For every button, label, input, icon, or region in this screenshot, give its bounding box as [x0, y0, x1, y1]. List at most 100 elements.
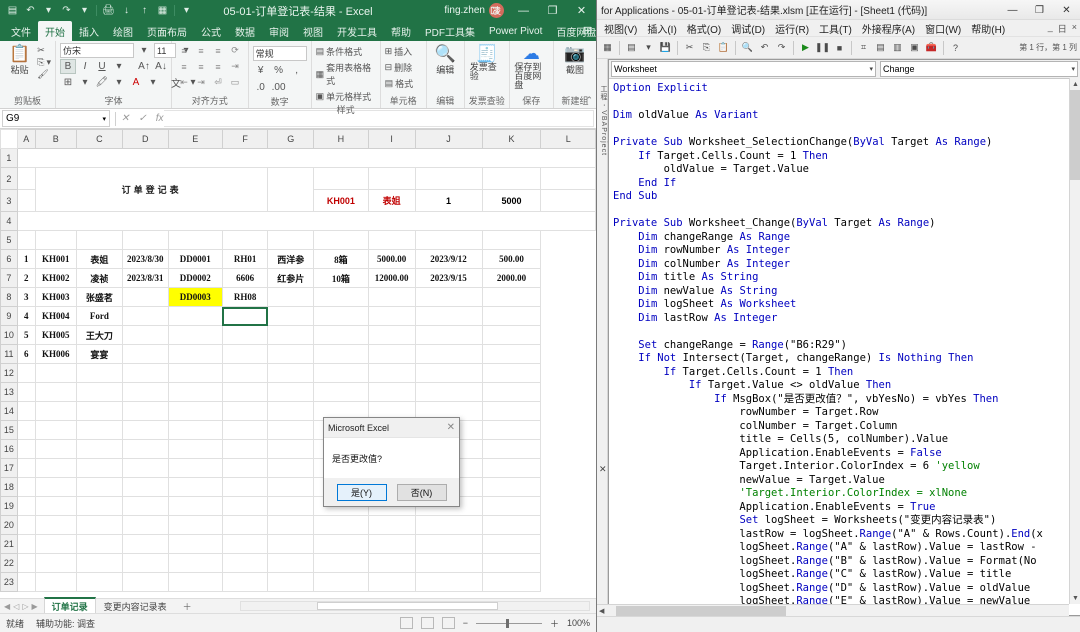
currency-icon[interactable]: ¥ [253, 63, 269, 78]
scroll-up-icon[interactable]: ▲ [1070, 78, 1080, 90]
empty-cell[interactable] [122, 477, 169, 497]
vertical-scroll-thumb[interactable] [1070, 90, 1080, 180]
empty-cell[interactable] [267, 420, 315, 440]
view-excel-icon[interactable]: ▦ [600, 40, 615, 55]
empty-cell[interactable] [16, 553, 36, 573]
cell-product-1[interactable]: 西洋参 [267, 249, 315, 269]
col-header-G[interactable]: G [267, 129, 315, 149]
empty-cell[interactable] [367, 534, 416, 554]
format-painter-button[interactable]: 🖌 [37, 69, 51, 80]
ribbon-tab-review[interactable]: 审阅 [262, 21, 296, 41]
row-header-23[interactable]: 23 [0, 572, 18, 592]
grow-font-icon[interactable]: A↑ [136, 59, 152, 74]
col-header-B[interactable]: B [34, 129, 77, 149]
empty-cell[interactable] [221, 553, 269, 573]
vba-menu-addins[interactable]: 外接程序(A) [857, 21, 920, 36]
vba-window-buttons[interactable]: — ❐ ✕ [999, 0, 1080, 20]
alignment-controls[interactable]: ≡ ≡ ≡ ⟳ ≡ ≡ ≡ ⇥ ⇤ ⇥ ⏎ ▭ [176, 43, 243, 90]
copy-dropdown-icon[interactable]: ▾ [46, 57, 51, 68]
cell-row4[interactable] [16, 211, 596, 231]
empty-cell[interactable] [167, 382, 223, 402]
empty-cell[interactable] [75, 553, 124, 573]
cell-a3[interactable] [16, 189, 36, 212]
italic-button[interactable]: I [77, 59, 93, 74]
next-sheet-icon[interactable]: ▷ [22, 602, 28, 611]
col-header-J[interactable]: J [414, 129, 483, 149]
empty-cell[interactable] [75, 420, 124, 440]
cell-cust-4[interactable]: Ford [75, 306, 124, 326]
ribbon-tab-pdf-tools[interactable]: PDF工具集 [418, 21, 482, 41]
mdi-restore-icon[interactable]: 日 [1058, 22, 1067, 35]
cell-prepaid-3[interactable] [481, 287, 542, 307]
cell-model-2[interactable]: 6606 [221, 268, 269, 288]
code-horizontal-scroll-thumb[interactable] [616, 605, 787, 616]
empty-cell[interactable] [34, 553, 77, 573]
cell-amount-6[interactable] [367, 344, 416, 364]
empty-cell[interactable] [267, 439, 315, 459]
cell-no-3[interactable]: 3 [16, 287, 36, 307]
col-header-K[interactable]: K [481, 129, 542, 149]
conditional-formatting-button[interactable]: ▤ 条件格式 [316, 45, 376, 58]
empty-cell[interactable] [34, 534, 77, 554]
empty-cell[interactable] [75, 572, 124, 592]
empty-cell[interactable] [221, 477, 269, 497]
empty-cell[interactable] [481, 553, 542, 573]
col-header-D[interactable]: D [122, 129, 169, 149]
row-header-19[interactable]: 19 [0, 496, 18, 516]
empty-cell[interactable] [75, 534, 124, 554]
cell-row1[interactable] [16, 148, 596, 168]
ribbon-display-options-icon[interactable]: ⊡ [480, 0, 509, 21]
cell-delivery-3[interactable] [414, 287, 483, 307]
empty-cell[interactable] [122, 363, 169, 383]
cell-amount-3[interactable] [367, 287, 416, 307]
vba-menu-format[interactable]: 格式(O) [682, 21, 726, 36]
cell-model-6[interactable] [221, 344, 269, 364]
empty-cell[interactable] [481, 515, 542, 535]
empty-cell[interactable] [414, 382, 483, 402]
query-value-cust-id[interactable]: KH001 [313, 189, 369, 212]
message-box-dialog[interactable]: Microsoft Excel ✕ 是否更改值? 是(Y) 否(N) [323, 417, 460, 507]
empty-cell[interactable] [221, 439, 269, 459]
empty-cell[interactable] [481, 420, 542, 440]
empty-cell[interactable] [16, 420, 36, 440]
empty-cell[interactable] [481, 477, 542, 497]
cell-cust-id-6[interactable]: KH006 [34, 344, 77, 364]
cell-amount-1[interactable]: 5000.00 [367, 249, 416, 269]
query-value-order-count[interactable]: 1 [414, 189, 483, 212]
row-header-14[interactable]: 14 [0, 401, 18, 421]
find-select-button[interactable]: 🔍 编辑 [431, 43, 460, 76]
cell-prepaid-1[interactable]: 500.00 [481, 249, 542, 269]
empty-cell[interactable] [414, 363, 483, 383]
row-header-13[interactable]: 13 [0, 382, 18, 402]
name-box-dropdown-icon[interactable]: ▾ [102, 115, 106, 123]
empty-cell[interactable] [481, 458, 542, 478]
mdi-minimize-icon[interactable]: _ [1048, 22, 1053, 35]
align-bottom-icon[interactable]: ≡ [210, 43, 226, 58]
cell-cust-id-1[interactable]: KH001 [34, 249, 77, 269]
ribbon-tab-formulas[interactable]: 公式 [194, 21, 228, 41]
accessibility-status[interactable]: 辅助功能: 调查 [36, 617, 95, 630]
vba-menu-view[interactable]: 视图(V) [599, 21, 642, 36]
empty-cell[interactable] [481, 363, 542, 383]
project-explorer-rail[interactable]: 工程 - VBAProject ✕ [597, 59, 608, 616]
vba-mdi-buttons[interactable]: _ 日 × [1048, 22, 1077, 35]
cell-qty-2[interactable]: 10箱 [313, 268, 369, 288]
underline-button[interactable]: U [94, 59, 110, 74]
copy-button[interactable]: ⎘ ▾ [37, 57, 51, 68]
col-header-L[interactable]: L [540, 129, 596, 149]
cell-cust-1[interactable]: 表姐 [75, 249, 124, 269]
borders-icon[interactable]: ⊞ [60, 75, 76, 90]
vba-minimize-icon[interactable]: — [999, 0, 1026, 20]
project-explorer-icon[interactable]: ▤ [873, 40, 888, 55]
empty-cell[interactable] [367, 382, 416, 402]
empty-cell[interactable] [481, 496, 542, 516]
empty-cell[interactable] [481, 572, 542, 592]
row-header-12[interactable]: 12 [0, 363, 18, 383]
first-sheet-icon[interactable]: ◀ [4, 602, 10, 611]
empty-cell[interactable] [267, 553, 315, 573]
vba-menu-debug[interactable]: 调试(D) [726, 21, 770, 36]
screenshot-button[interactable]: 📷 截图 [558, 43, 592, 76]
zoom-level[interactable]: 100% [567, 618, 590, 628]
help-icon[interactable]: ? [948, 40, 963, 55]
save-icon[interactable]: ▤ [6, 4, 19, 17]
